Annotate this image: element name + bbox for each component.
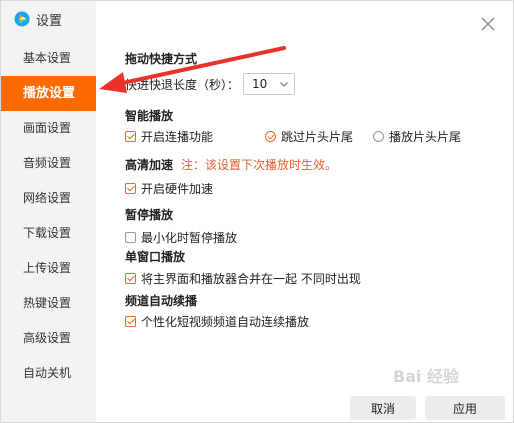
watermark: Bai 经验 [393, 367, 460, 386]
play-intro-radio[interactable] [373, 131, 384, 142]
chevron-down-icon [280, 82, 288, 87]
app-logo-icon [14, 11, 30, 27]
play-intro-option[interactable]: 播放片头片尾 [373, 128, 461, 145]
cancel-button[interactable]: 取消 [350, 396, 416, 420]
hd-title: 高清加速 [125, 158, 174, 172]
sidebar-item-auto-shutdown[interactable]: 自动关机 [1, 356, 96, 391]
apply-button[interactable]: 应用 [425, 396, 505, 420]
smart-play-options: 开启连播功能 跳过片头片尾 播放片头片尾 [125, 128, 485, 145]
continuous-play-checkbox[interactable] [125, 131, 136, 142]
hardware-accel-option[interactable]: 开启硬件加速 [125, 180, 213, 197]
section-title-smart: 智能播放 [125, 109, 174, 123]
sidebar-nav: 基本设置 播放设置 画面设置 音频设置 网络设置 下载设置 上传设置 热键设置 … [1, 41, 96, 391]
single-window-option[interactable]: 将主界面和播放器合并在一起 不同时出现 [125, 270, 361, 287]
sidebar-item-audio[interactable]: 音频设置 [1, 146, 96, 181]
auto-continue-label: 个性化短视频频道自动连续播放 [141, 315, 310, 329]
seek-length-label: 快进快退长度（秒）： [125, 77, 240, 92]
single-window-label: 将主界面和播放器合并在一起 不同时出现 [141, 272, 361, 286]
sidebar-item-basic[interactable]: 基本设置 [1, 41, 96, 76]
settings-window: 设置 基本设置 播放设置 画面设置 音频设置 网络设置 下载设置 上传设置 热键… [0, 0, 514, 423]
sidebar-item-hotkeys[interactable]: 热键设置 [1, 286, 96, 321]
sidebar: 设置 基本设置 播放设置 画面设置 音频设置 网络设置 下载设置 上传设置 热键… [1, 1, 96, 422]
hardware-accel-label: 开启硬件加速 [141, 182, 214, 196]
continuous-play-label: 开启连播功能 [141, 130, 214, 144]
dialog-footer: 取消 应用 [1, 394, 513, 422]
sidebar-item-display[interactable]: 画面设置 [1, 111, 96, 146]
app-title: 设置 [14, 9, 62, 29]
sidebar-item-download[interactable]: 下载设置 [1, 216, 96, 251]
section-title-auto: 频道自动续播 [125, 294, 198, 308]
single-window-checkbox[interactable] [125, 273, 136, 284]
sidebar-item-upload[interactable]: 上传设置 [1, 251, 96, 286]
hardware-accel-checkbox[interactable] [125, 183, 136, 194]
section-title-single: 单窗口播放 [125, 250, 186, 264]
section-title-hd: 高清加速 注：该设置下次播放时生效。 [125, 156, 337, 173]
sidebar-item-network[interactable]: 网络设置 [1, 181, 96, 216]
play-intro-label: 播放片头片尾 [389, 130, 462, 144]
hd-note: 注：该设置下次播放时生效。 [181, 158, 338, 172]
seek-length-value: 10 [252, 77, 268, 91]
auto-continue-option[interactable]: 个性化短视频频道自动连续播放 [125, 313, 309, 330]
skip-intro-label: 跳过片头片尾 [281, 130, 354, 144]
settings-content: 拖动快捷方式 快进快退长度（秒）： 10 智能播放 开启连播功能 跳过片头片尾 [125, 1, 495, 422]
auto-continue-checkbox[interactable] [125, 316, 136, 327]
skip-intro-option[interactable]: 跳过片头片尾 [265, 128, 373, 145]
minimize-pause-option[interactable]: 最小化时暂停播放 [125, 229, 237, 246]
seek-length-row: 快进快退长度（秒）： 10 [125, 73, 296, 95]
minimize-pause-checkbox[interactable] [125, 232, 136, 243]
minimize-pause-label: 最小化时暂停播放 [141, 231, 238, 245]
sidebar-item-playback[interactable]: 播放设置 [1, 76, 96, 111]
section-title-drag: 拖动快捷方式 [125, 52, 198, 66]
section-title-pause: 暂停播放 [125, 208, 174, 222]
skip-intro-radio[interactable] [265, 131, 276, 142]
sidebar-item-advanced[interactable]: 高级设置 [1, 321, 96, 356]
continuous-play-option[interactable]: 开启连播功能 [125, 128, 265, 145]
seek-length-select[interactable]: 10 [243, 73, 296, 95]
window-title: 设置 [36, 13, 63, 29]
